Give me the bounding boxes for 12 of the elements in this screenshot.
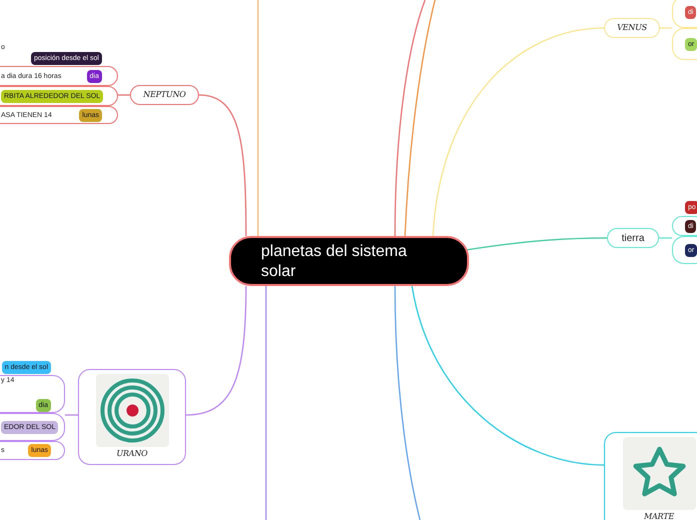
topic-node[interactable]: tierra — [607, 228, 659, 248]
connector-line — [660, 27, 672, 29]
central-topic[interactable]: planetas del sistema solar — [229, 236, 469, 286]
target-icon — [96, 374, 168, 447]
connector-line — [659, 237, 672, 239]
topic-node[interactable]: NEPTUNO — [130, 85, 199, 105]
topic-node[interactable]: VENUS — [604, 18, 660, 38]
topic-label: URANO — [116, 449, 148, 459]
topic-label: MARTE — [644, 512, 674, 520]
image-topic-card[interactable]: MARTE — [604, 432, 697, 520]
image-topic-card[interactable]: URANO — [78, 369, 186, 465]
connector-line — [65, 414, 78, 416]
